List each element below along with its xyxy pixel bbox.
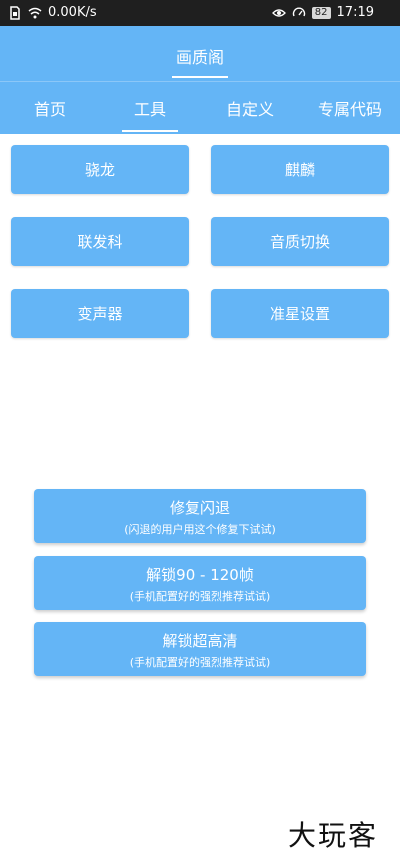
- tab-tools[interactable]: 工具: [100, 82, 200, 134]
- unlock-ultra-hd-button[interactable]: 解锁超高清 (手机配置好的强烈推荐试试): [34, 622, 366, 676]
- button-title: 解锁超高清: [162, 632, 238, 650]
- clock: 17:19: [336, 5, 374, 20]
- tab-home[interactable]: 首页: [0, 82, 100, 134]
- button-label: 联发科: [77, 233, 123, 251]
- sim-icon: [10, 5, 20, 20]
- kirin-button[interactable]: 麒麟: [211, 145, 389, 194]
- watermark-logo: 大玩客: [287, 819, 378, 852]
- button-label: 变声器: [77, 305, 123, 323]
- tab-label: 自定义: [225, 100, 274, 119]
- button-title: 解锁90 - 120帧: [146, 566, 254, 584]
- crosshair-settings-button[interactable]: 准星设置: [211, 289, 389, 338]
- button-label: 麒麟: [284, 161, 315, 179]
- tab-bar: 首页 工具 自定义 专属代码: [0, 82, 400, 134]
- wifi-icon: [28, 7, 42, 18]
- status-bar-right: 82 17:19: [271, 5, 374, 20]
- button-subtitle: (手机配置好的强烈推荐试试): [129, 656, 271, 669]
- sound-quality-switch-button[interactable]: 音质切换: [211, 217, 389, 266]
- button-title: 修复闪退: [169, 499, 230, 517]
- eye-icon: [271, 8, 286, 17]
- button-label: 音质切换: [269, 233, 330, 251]
- speedometer-icon: [292, 7, 305, 16]
- status-bar: 0.00K/s 82 17:19: [0, 0, 400, 26]
- page-title: 画质阁: [175, 48, 224, 67]
- button-label: 骁龙: [84, 161, 115, 179]
- button-subtitle: (手机配置好的强烈推荐试试): [129, 590, 271, 603]
- unlock-120fps-button[interactable]: 解锁90 - 120帧 (手机配置好的强烈推荐试试): [34, 556, 366, 610]
- fix-crash-button[interactable]: 修复闪退 (闪退的用户用这个修复下试试): [34, 489, 366, 543]
- tab-exclusive-code[interactable]: 专属代码: [300, 82, 400, 134]
- snapdragon-button[interactable]: 骁龙: [11, 145, 189, 194]
- button-subtitle: (闪退的用户用这个修复下试试): [124, 523, 276, 536]
- app-header: 画质阁 首页 工具 自定义 专属代码: [0, 26, 400, 134]
- voice-changer-button[interactable]: 变声器: [11, 289, 189, 338]
- tab-custom[interactable]: 自定义: [200, 82, 300, 134]
- network-speed: 0.00K/s: [48, 5, 97, 20]
- title-underline: [172, 76, 228, 78]
- tab-label: 首页: [33, 100, 66, 119]
- battery-icon: 82: [311, 6, 331, 19]
- status-bar-left: 0.00K/s: [8, 5, 97, 20]
- button-label: 准星设置: [269, 305, 330, 323]
- tab-label: 工具: [133, 100, 166, 119]
- active-tab-indicator: [122, 130, 178, 132]
- tab-label: 专属代码: [317, 100, 382, 119]
- mediatek-button[interactable]: 联发科: [11, 217, 189, 266]
